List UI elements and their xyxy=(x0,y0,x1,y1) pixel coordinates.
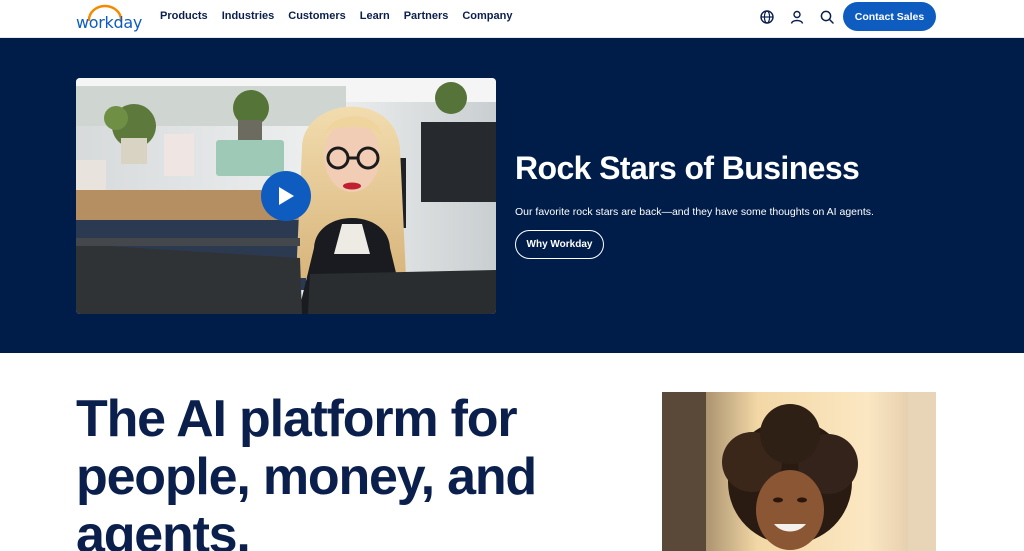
nav-industries[interactable]: Industries xyxy=(222,10,275,22)
play-button[interactable] xyxy=(261,171,311,221)
user-icon[interactable] xyxy=(788,8,806,26)
portrait-image xyxy=(662,392,936,551)
search-icon[interactable] xyxy=(818,8,836,26)
globe-icon[interactable] xyxy=(758,8,776,26)
nav-learn[interactable]: Learn xyxy=(360,10,390,22)
hero-title: Rock Stars of Business xyxy=(515,150,860,186)
contact-sales-button[interactable]: Contact Sales xyxy=(843,2,936,31)
nav-customers[interactable]: Customers xyxy=(288,10,345,22)
hero-banner: Rock Stars of Business Our favorite rock… xyxy=(0,38,1024,353)
nav-products[interactable]: Products xyxy=(160,10,208,22)
header-icons xyxy=(758,8,836,26)
hero-video[interactable] xyxy=(76,78,496,314)
nav-company[interactable]: Company xyxy=(462,10,512,22)
main-headline: The AI platform for people, money, and a… xyxy=(76,390,537,551)
play-icon xyxy=(279,187,294,205)
why-workday-button[interactable]: Why Workday xyxy=(515,230,604,259)
logo-text: workday xyxy=(76,13,143,32)
nav-partners[interactable]: Partners xyxy=(404,10,449,22)
workday-logo[interactable]: workday xyxy=(76,2,143,32)
site-header: workday Products Industries Customers Le… xyxy=(0,0,1024,38)
hero-subtitle: Our favorite rock stars are back—and the… xyxy=(515,206,874,218)
main-nav: Products Industries Customers Learn Part… xyxy=(160,10,512,22)
